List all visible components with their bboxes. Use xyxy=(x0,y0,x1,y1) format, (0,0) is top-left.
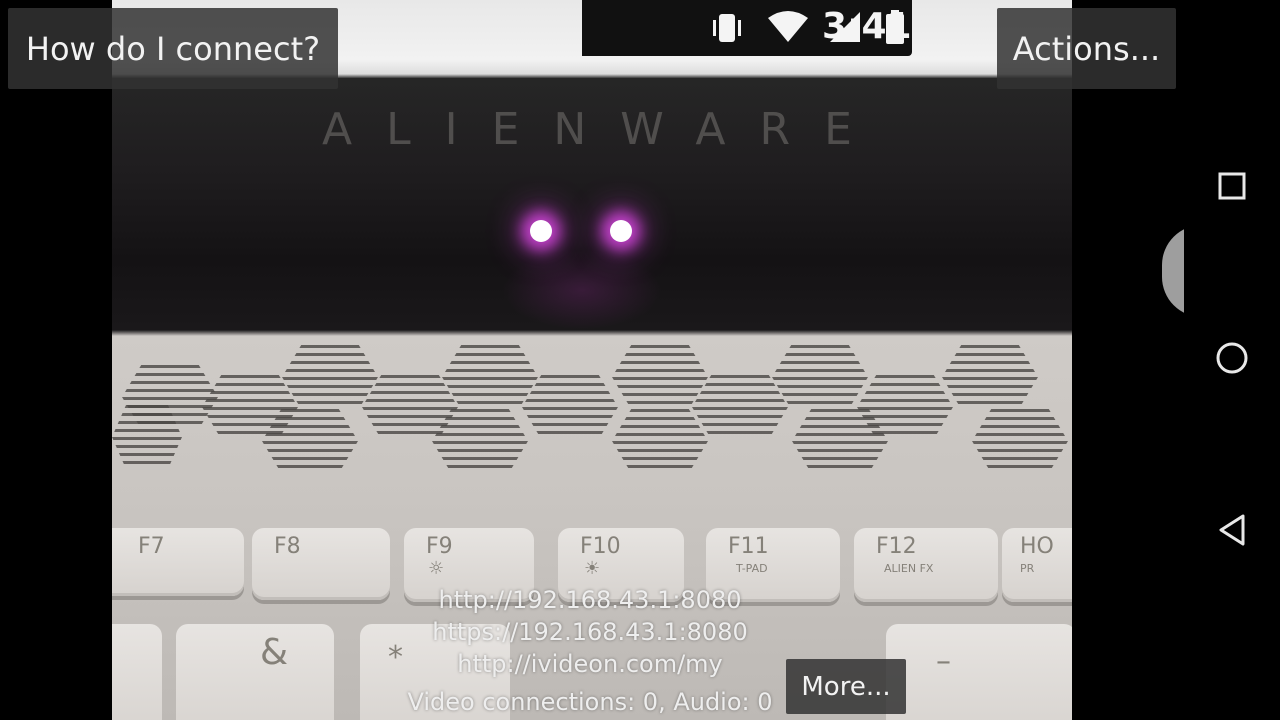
back-triangle-icon xyxy=(1217,513,1247,551)
brand-logo-text: ALIENWARE xyxy=(322,104,886,155)
back-button[interactable] xyxy=(1184,484,1280,580)
led-right xyxy=(610,220,632,242)
recents-button[interactable] xyxy=(1184,140,1280,236)
status-time: 3:41 xyxy=(822,6,912,47)
key-f8: F8 xyxy=(252,528,390,600)
how-do-i-connect-button[interactable]: How do I connect? xyxy=(8,8,338,89)
led-left xyxy=(530,220,552,242)
home-button[interactable] xyxy=(1184,312,1280,408)
home-circle-icon xyxy=(1215,341,1249,379)
more-button[interactable]: More... xyxy=(786,659,906,714)
recents-square-icon xyxy=(1218,172,1246,204)
https-url: https://192.168.43.1:8080 xyxy=(432,618,748,646)
http-url: http://192.168.43.1:8080 xyxy=(438,586,742,614)
key-lower-ampersand: & xyxy=(176,624,334,720)
key-lower-0 xyxy=(112,624,162,720)
ivideon-url: http://ivideon.com/my xyxy=(457,650,723,678)
connections-status: Video connections: 0, Audio: 0 xyxy=(407,688,773,716)
actions-button[interactable]: Actions... xyxy=(997,8,1176,89)
key-f7: F7 xyxy=(112,528,244,596)
key-home: HO PR xyxy=(1002,528,1072,602)
key-lower-minus: – xyxy=(886,624,1072,720)
key-f12: F12 ALIEN FX xyxy=(854,528,998,602)
led-glow xyxy=(502,250,662,330)
vibrate-icon xyxy=(712,10,742,54)
webcam-leds xyxy=(512,214,652,254)
speaker-grille xyxy=(112,345,1072,475)
navigation-bar xyxy=(1184,0,1280,720)
wifi-icon xyxy=(768,10,808,52)
server-info: http://192.168.43.1:8080 https://192.168… xyxy=(400,584,780,718)
